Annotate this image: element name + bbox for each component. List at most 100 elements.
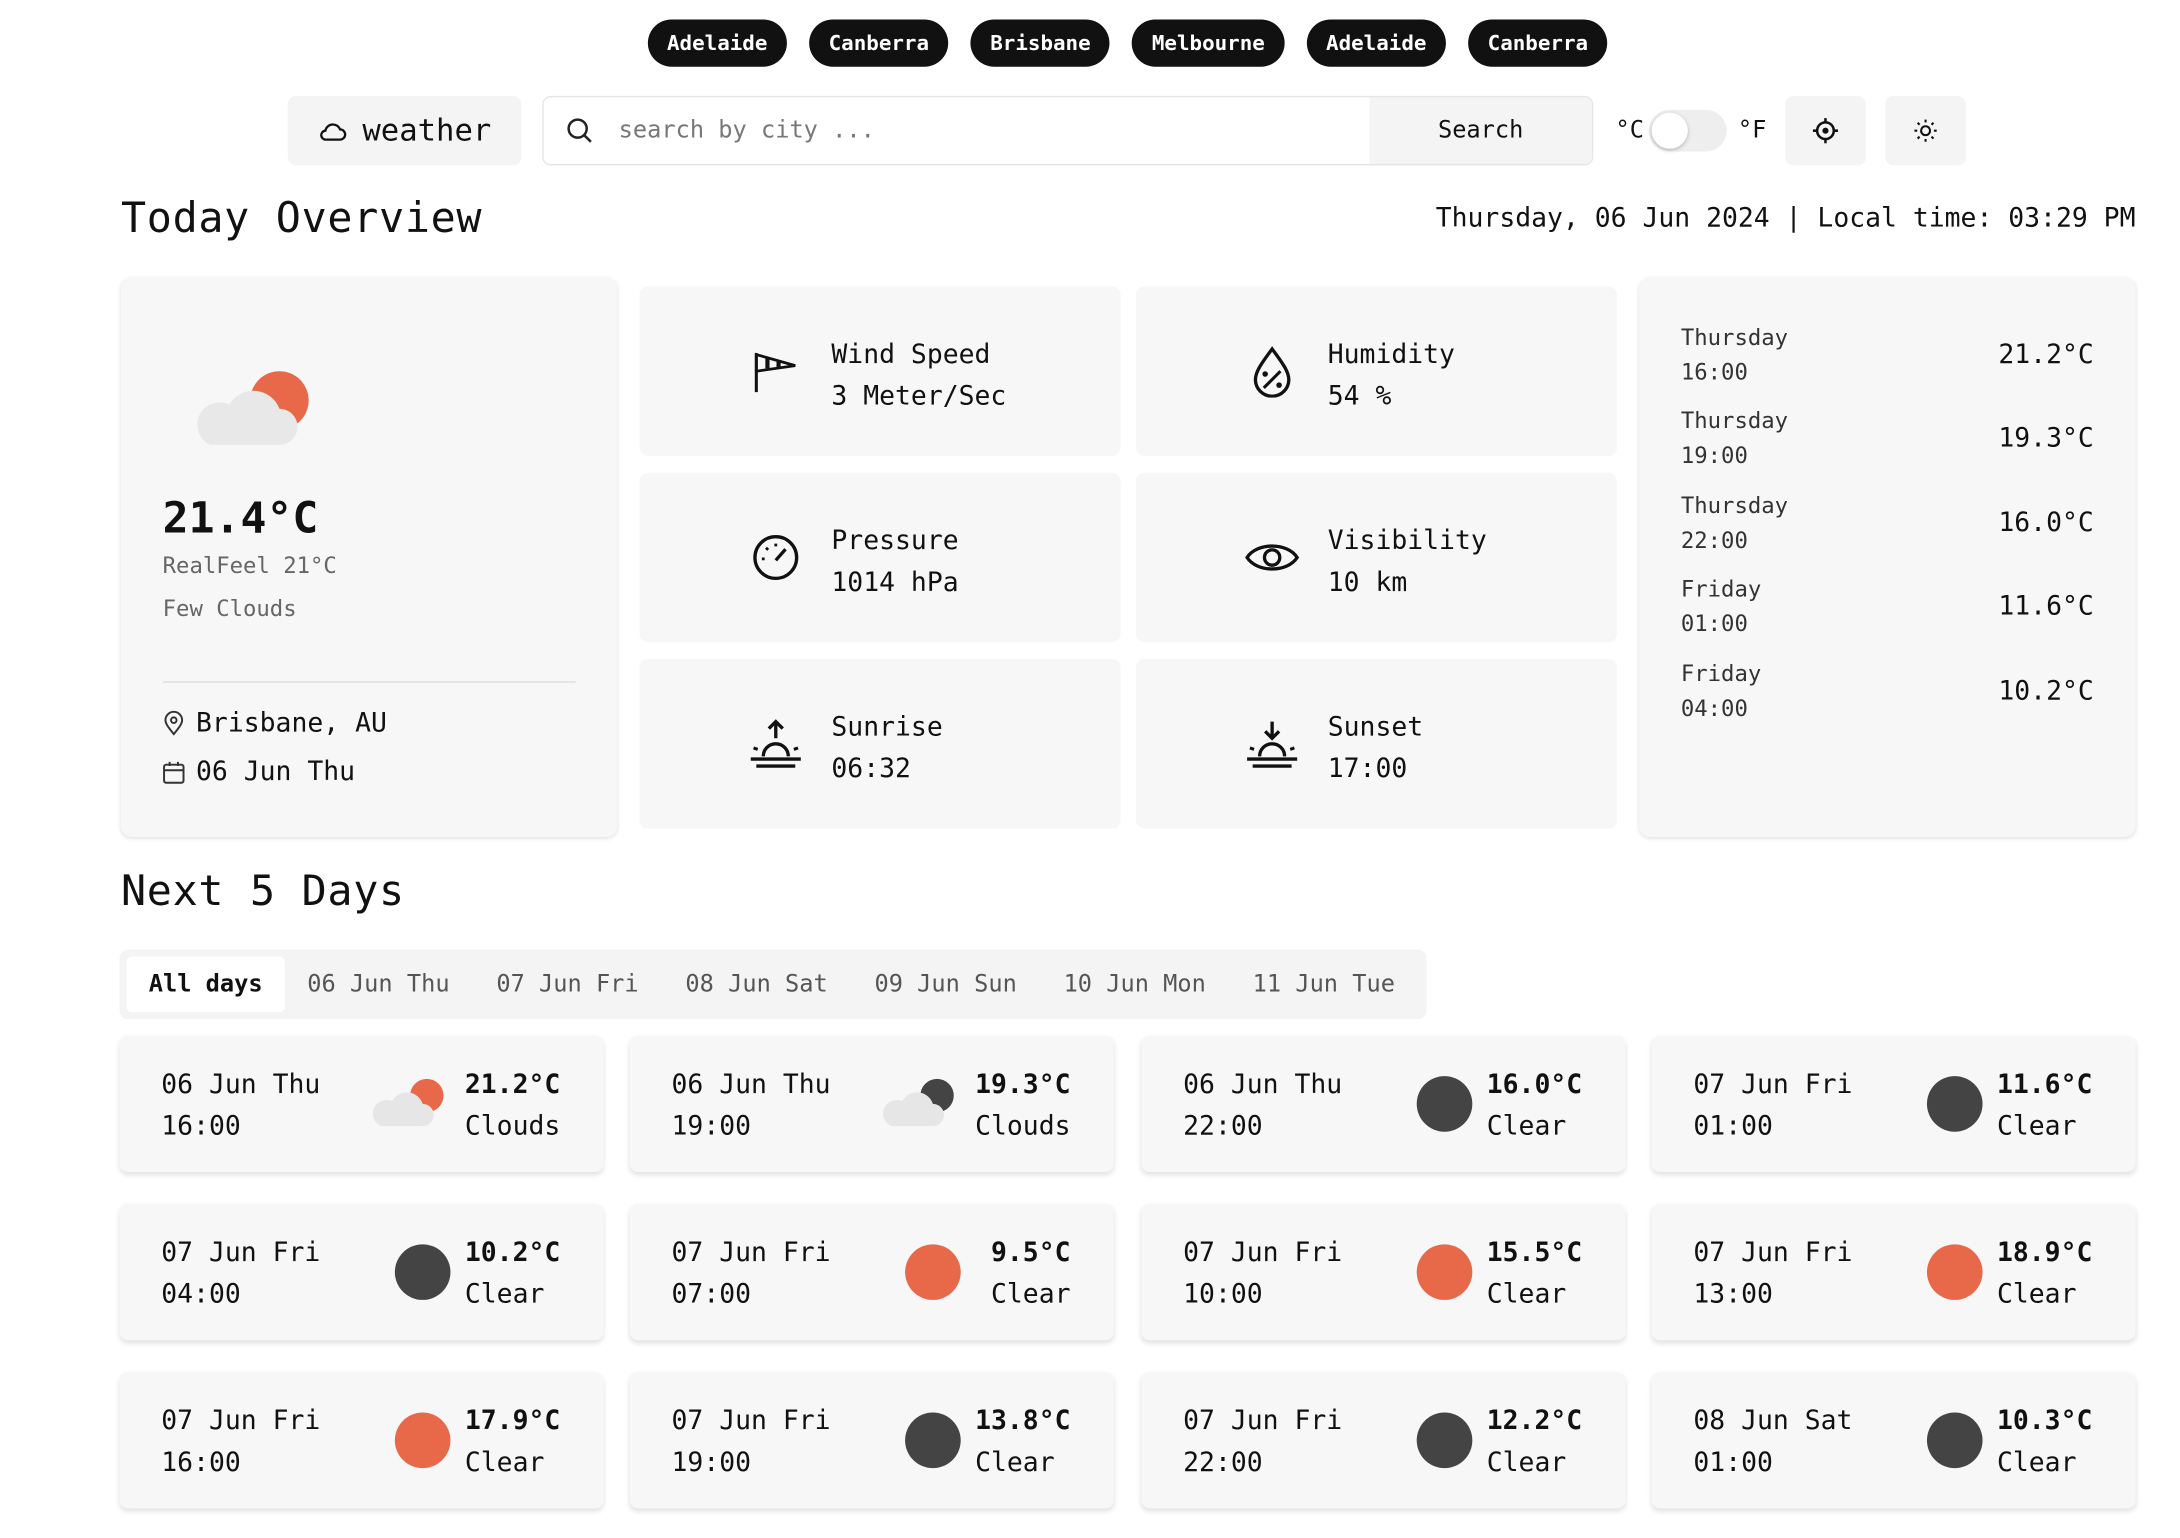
date-row: 06 Jun Thu — [163, 756, 355, 787]
unit-toggle[interactable] — [1648, 109, 1727, 152]
forecast-reading: 13.8°C Clear — [975, 1400, 1070, 1483]
forecast-date: 07 Jun Fri — [161, 1405, 321, 1437]
current-weather-card: 21.4°C RealFeel 21°C Few Clouds Brisbane… — [120, 278, 618, 837]
current-temp: 21.4°C — [162, 493, 319, 544]
stat-label: Sunrise — [831, 711, 943, 743]
today-title: Today Overview — [120, 194, 483, 244]
forecast-date: 07 Jun Fri — [1693, 1069, 1853, 1100]
calendar-icon — [163, 761, 185, 784]
forecast-time: 22:00 — [1183, 1447, 1263, 1478]
forecast-reading: 19.3°C Clouds — [975, 1064, 1070, 1147]
stat-sunset: Sunset 17:00 — [1135, 659, 1617, 829]
city-chip[interactable]: Adelaide — [647, 19, 787, 67]
forecast-temp: 18.9°C — [1996, 1237, 2093, 1268]
divider — [162, 681, 576, 683]
forecast-reading: 11.6°C Clear — [1997, 1064, 2092, 1147]
search-button[interactable]: Search — [1369, 97, 1592, 165]
forecast-date: 07 Jun Fri — [671, 1237, 831, 1268]
city-chip[interactable]: Canberra — [809, 19, 949, 67]
sun-icon — [1416, 1244, 1473, 1300]
cloud-sun-icon — [370, 1075, 448, 1131]
forecast-datetime: 07 Jun Fri 22:00 — [1183, 1400, 1342, 1483]
gauge-icon — [748, 530, 804, 586]
hourly-time: 16:00 — [1680, 358, 1748, 386]
tab-day[interactable]: 06 Jun Thu — [307, 957, 449, 1013]
stat-value: 10 km — [1327, 567, 1408, 598]
hourly-day: Friday — [1680, 660, 1762, 687]
forecast-time: 01:00 — [1693, 1447, 1773, 1478]
stat-visibility: Visibility 10 km — [1135, 472, 1617, 643]
sun-icon — [394, 1412, 451, 1469]
forecast-date: 06 Jun Thu — [1183, 1069, 1343, 1100]
forecast-reading: 21.2°C Clouds — [465, 1064, 560, 1147]
forecast-date: 06 Jun Thu — [671, 1069, 831, 1100]
city-chip[interactable]: Brisbane — [970, 19, 1111, 67]
forecast-date: 07 Jun Fri — [1693, 1237, 1853, 1268]
forecast-date: 06 Jun Thu — [161, 1069, 321, 1100]
search-input[interactable] — [615, 115, 1370, 146]
tab-day[interactable]: 11 Jun Tue — [1253, 957, 1395, 1013]
forecast-temp: 9.5°C — [991, 1237, 1071, 1268]
hourly-temp: 19.3°C — [1998, 422, 2094, 454]
tab-day[interactable]: 09 Jun Sun — [874, 957, 1016, 1013]
fahrenheit-label: °F — [1737, 116, 1767, 145]
forecast-time: 01:00 — [1693, 1110, 1773, 1142]
stat-label: Sunset — [1327, 711, 1424, 743]
forecast-reading: 9.5°C Clear — [991, 1232, 1071, 1315]
forecast-card: 06 Jun Thu 16:00 21.2°C Clouds — [119, 1035, 604, 1173]
forecast-date: 07 Jun Fri — [1183, 1237, 1343, 1268]
hourly-row: Friday 01:00 11.6°C — [1681, 571, 2094, 641]
forecast-card: 06 Jun Thu 22:00 16.0°C Clear — [1141, 1035, 1626, 1173]
tab-day[interactable]: 07 Jun Fri — [496, 957, 638, 1013]
stat-sunrise: Sunrise 06:32 — [639, 659, 1121, 829]
forecast-card: 07 Jun Fri 10:00 15.5°C Clear — [1141, 1203, 1626, 1341]
hourly-day: Friday — [1680, 575, 1762, 602]
hourly-day: Thursday — [1680, 323, 1789, 351]
wind-icon — [748, 343, 804, 399]
forecast-temp: 15.5°C — [1486, 1237, 1583, 1268]
locate-button[interactable] — [1785, 95, 1866, 166]
forecast-reading: 18.9°C Clear — [1997, 1232, 2092, 1315]
forecast-time: 04:00 — [161, 1279, 241, 1310]
forecast-reading: 10.2°C Clear — [465, 1232, 560, 1315]
forecast-datetime: 07 Jun Fri 16:00 — [161, 1400, 320, 1483]
crosshair-icon — [1812, 118, 1838, 144]
hourly-temp: 21.2°C — [1998, 339, 2094, 370]
forecast-date: 08 Jun Sat — [1693, 1405, 1853, 1437]
forecast-temp: 11.6°C — [1996, 1069, 2093, 1100]
forecast-reading: 16.0°C Clear — [1487, 1064, 1582, 1147]
forecast-time: 10:00 — [1183, 1279, 1263, 1310]
celsius-label: °C — [1615, 116, 1645, 145]
brand-logo[interactable]: weather — [287, 95, 522, 166]
hourly-time: 01:00 — [1680, 610, 1748, 637]
forecast-time: 19:00 — [671, 1110, 752, 1142]
toggle-knob — [1651, 112, 1688, 149]
forecast-time: 16:00 — [161, 1110, 241, 1142]
hourly-row: Friday 04:00 10.2°C — [1681, 656, 2094, 726]
hourly-temp: 10.2°C — [1998, 675, 2094, 707]
hourly-day: Thursday — [1680, 407, 1789, 434]
theme-button[interactable] — [1885, 95, 1966, 166]
weather-description: Few Clouds — [162, 595, 297, 622]
stat-value: 54 % — [1327, 380, 1392, 412]
city-chip[interactable]: Adelaide — [1306, 19, 1446, 67]
tab-day[interactable]: 08 Jun Sat — [685, 957, 827, 1013]
hourly-time: 04:00 — [1680, 695, 1748, 722]
city-chip[interactable]: Canberra — [1468, 19, 1608, 67]
stat-pressure: Pressure 1014 hPa — [639, 472, 1121, 643]
hourly-row: Thursday 19:00 19.3°C — [1681, 403, 2094, 473]
moon-icon — [1926, 1076, 1983, 1132]
city-chip[interactable]: Melbourne — [1132, 19, 1285, 67]
forecast-date: 07 Jun Fri — [161, 1237, 321, 1268]
sunset-icon — [1244, 716, 1300, 772]
forecast-temp: 17.9°C — [464, 1405, 561, 1437]
tab-all-days[interactable]: All days — [126, 956, 285, 1013]
forecast-datetime: 07 Jun Fri 07:00 — [672, 1232, 831, 1315]
forecast-datetime: 06 Jun Thu 22:00 — [1183, 1064, 1342, 1147]
forecast-datetime: 07 Jun Fri 01:00 — [1693, 1064, 1852, 1147]
tab-day[interactable]: 10 Jun Mon — [1064, 957, 1206, 1013]
moon-icon — [394, 1244, 451, 1300]
forecast-time: 19:00 — [671, 1447, 752, 1478]
forecast-time: 13:00 — [1693, 1279, 1773, 1310]
realfeel: RealFeel 21°C — [162, 551, 337, 579]
